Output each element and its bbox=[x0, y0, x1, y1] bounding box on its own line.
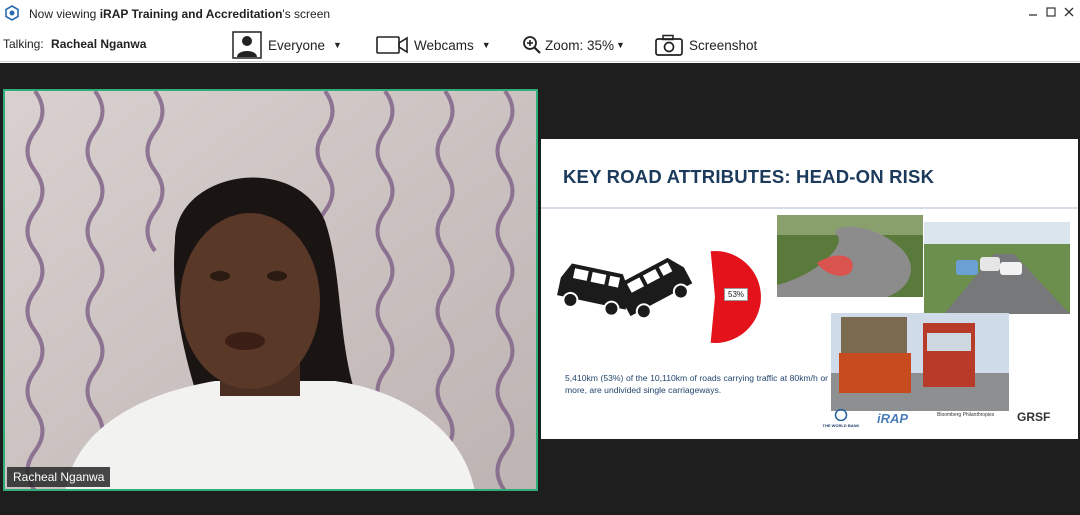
chevron-down-icon: ▼ bbox=[333, 40, 342, 50]
audience-label: Everyone bbox=[268, 37, 326, 53]
bloomberg-logo: Bloomberg Philanthropies bbox=[937, 412, 995, 418]
overtaking-cars-photo bbox=[924, 222, 1070, 314]
trucks-photo bbox=[831, 313, 1009, 411]
window-controls bbox=[1026, 4, 1076, 20]
webcams-dropdown[interactable]: Webcams ▼ bbox=[376, 30, 491, 60]
slide-divider bbox=[541, 207, 1078, 209]
app-logo-icon bbox=[5, 5, 19, 21]
title-prefix: Now viewing bbox=[29, 7, 100, 21]
percent-label: 53% bbox=[724, 288, 749, 301]
webcam-feed[interactable]: Racheal Nganwa bbox=[3, 89, 538, 491]
talking-indicator: Talking: Racheal Nganwa bbox=[3, 37, 146, 51]
hairpin-road-photo bbox=[777, 215, 923, 297]
webcam-video-image bbox=[5, 91, 536, 489]
participant-name-tag: Racheal Nganwa bbox=[7, 467, 111, 487]
zoom-label: Zoom: 35% bbox=[545, 37, 615, 53]
window-titlebar: Now viewing iRAP Training and Accreditat… bbox=[0, 0, 1080, 28]
head-on-collision-icon bbox=[557, 257, 693, 320]
camera-icon bbox=[655, 34, 683, 56]
talking-name: Racheal Nganwa bbox=[51, 37, 147, 51]
participant-icon bbox=[232, 31, 262, 59]
chevron-down-icon: ▼ bbox=[616, 40, 625, 50]
screenshot-label: Screenshot bbox=[689, 37, 758, 53]
shared-screen-stage: Racheal Nganwa KEY ROAD ATTRIBUTES: HEAD… bbox=[0, 63, 1080, 515]
webcam-icon bbox=[376, 36, 408, 54]
audience-dropdown[interactable]: Everyone ▼ bbox=[232, 30, 342, 60]
slide-caption: 5,410km (53%) of the 10,110km of roads c… bbox=[565, 373, 828, 395]
webcams-label: Webcams bbox=[414, 37, 474, 53]
partner-logos: THE WORLD BANK iRAP Bloomberg Philanthro… bbox=[821, 408, 1071, 433]
viewer-toolbar: Talking: Racheal Nganwa Everyone ▼ Webca… bbox=[0, 28, 1080, 62]
maximize-icon[interactable] bbox=[1044, 4, 1058, 20]
world-bank-logo: THE WORLD BANK bbox=[821, 408, 861, 428]
close-icon[interactable] bbox=[1062, 4, 1076, 20]
zoom-dropdown[interactable]: Zoom: 35% ▼ bbox=[522, 30, 625, 60]
irap-logo: iRAP bbox=[877, 411, 909, 426]
zoom-in-icon bbox=[523, 36, 541, 54]
shared-slide: KEY ROAD ATTRIBUTES: HEAD-ON RISK 53% 5,… bbox=[541, 139, 1078, 439]
minimize-icon[interactable] bbox=[1026, 4, 1040, 20]
slide-title: KEY ROAD ATTRIBUTES: HEAD-ON RISK bbox=[563, 166, 935, 187]
window-title: Now viewing iRAP Training and Accreditat… bbox=[29, 7, 330, 21]
grsf-logo: GRSF bbox=[1017, 410, 1051, 424]
talking-label: Talking: bbox=[3, 37, 44, 51]
world-bank-globe-icon bbox=[834, 408, 848, 422]
title-suffix: 's screen bbox=[282, 7, 331, 21]
title-owner: iRAP Training and Accreditation bbox=[99, 7, 283, 21]
chevron-down-icon: ▼ bbox=[481, 40, 491, 50]
screenshot-button[interactable]: Screenshot bbox=[655, 30, 757, 60]
